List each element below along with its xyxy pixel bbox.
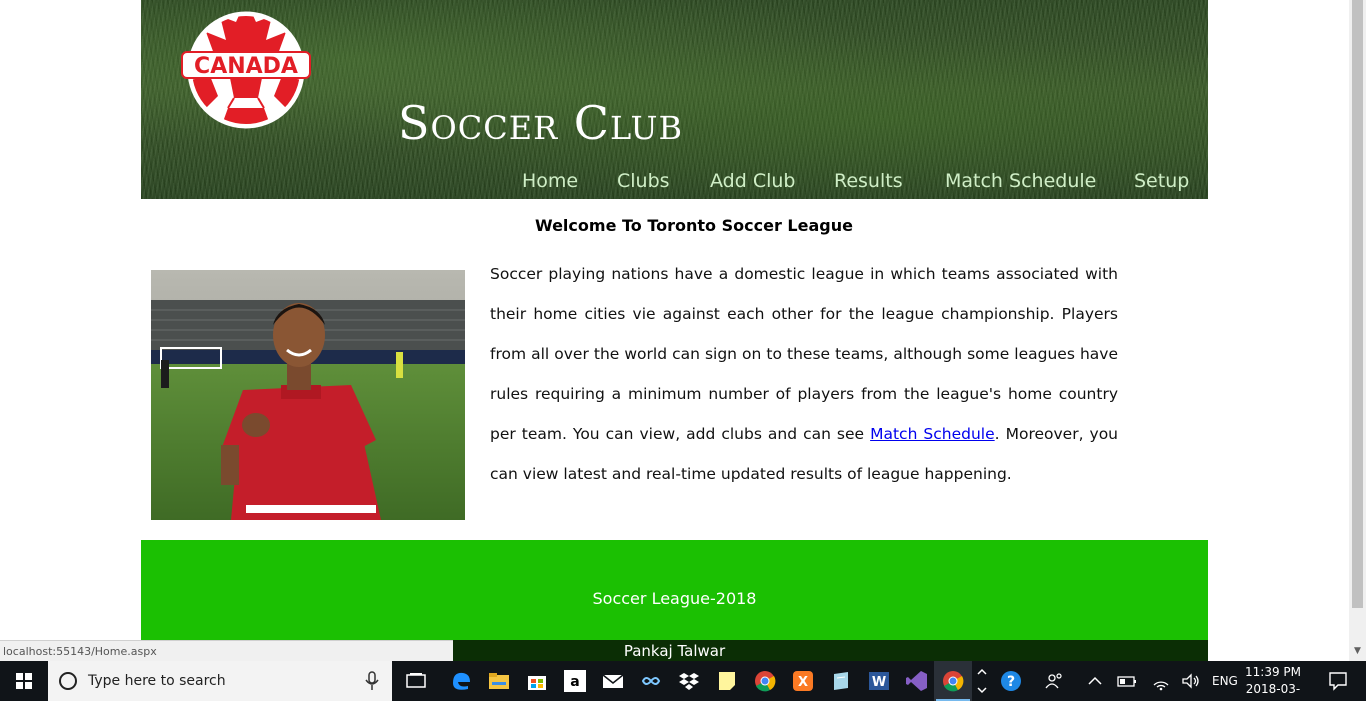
scroll-down-arrow-icon[interactable]: ▼ [1352,646,1363,657]
microphone-icon[interactable] [364,671,380,691]
task-view-icon[interactable] [397,661,435,701]
svg-text:?: ? [1007,674,1015,690]
taskbar-scroll-icon[interactable] [972,661,992,701]
clock-time: 11:39 PM [1245,665,1301,679]
nav-results[interactable]: Results [834,170,903,192]
footer-text: Soccer League-2018 [592,589,757,608]
intro-text-part1: Soccer playing nations have a domestic l… [490,265,1118,443]
store-icon[interactable] [518,661,556,701]
vertical-scrollbar[interactable]: ▼ [1349,0,1366,661]
site-header: CANADA Soccer Club Home Clubs Add Club R… [141,0,1208,199]
action-center-icon[interactable] [1318,661,1358,701]
windows-logo-icon [16,673,32,689]
search-placeholder: Type here to search [88,673,226,689]
match-schedule-link[interactable]: Match Schedule [870,425,995,443]
intro-paragraph: Soccer playing nations have a domestic l… [490,254,1118,494]
people-icon[interactable] [1036,661,1074,701]
nav-match-schedule[interactable]: Match Schedule [945,170,1096,192]
mail-icon[interactable] [594,661,632,701]
logo-text: CANADA [194,54,298,79]
visual-studio-icon[interactable] [898,661,936,701]
infinity-icon[interactable] [632,661,670,701]
help-icon[interactable]: ? [992,661,1030,701]
cortana-circle-icon [58,671,78,691]
clock-date: 2018-03-11 [1245,682,1301,713]
canada-soccer-logo[interactable]: CANADA [180,0,312,130]
amazon-icon[interactable]: a [556,661,594,701]
browser-viewport: CANADA Soccer Club Home Clubs Add Club R… [0,0,1366,661]
chrome-icon[interactable] [746,661,784,701]
taskbar-clock[interactable]: 11:39 PM 2018-03-11 [1240,664,1306,715]
welcome-heading: Welcome To Toronto Soccer League [535,216,853,235]
edge-icon[interactable] [442,661,480,701]
scroll-thumb[interactable] [1352,0,1363,608]
svg-text:X: X [798,675,808,690]
word-icon[interactable]: W [860,661,898,701]
player-photo [151,270,465,520]
nav-add-club[interactable]: Add Club [710,170,795,192]
chrome-active-icon[interactable] [934,661,972,701]
language-indicator[interactable]: ENG [1212,674,1238,688]
notepad-icon[interactable] [822,661,860,701]
nav-setup[interactable]: Setup [1134,170,1189,192]
site-footer: Soccer League-2018 [141,540,1208,640]
battery-icon[interactable] [1108,661,1146,701]
site-title: Soccer Club [398,96,683,150]
windows-taskbar: Type here to search a X W ? ENG 11:39 PM… [0,661,1366,713]
nav-home[interactable]: Home [522,170,578,192]
status-bar-url: localhost:55143/Home.aspx [0,640,453,661]
web-page: CANADA Soccer Club Home Clubs Add Club R… [141,0,1208,661]
svg-text:W: W [872,675,886,690]
start-button[interactable] [0,661,48,701]
taskbar-search-box[interactable]: Type here to search [48,661,392,701]
sticky-notes-icon[interactable] [708,661,746,701]
xampp-icon[interactable]: X [784,661,822,701]
volume-icon[interactable] [1172,661,1210,701]
nav-clubs[interactable]: Clubs [617,170,670,192]
file-explorer-icon[interactable] [480,661,518,701]
main-nav: Home Clubs Add Club Results Match Schedu… [141,170,1208,198]
svg-text:a: a [570,674,579,690]
dropbox-icon[interactable] [670,661,708,701]
